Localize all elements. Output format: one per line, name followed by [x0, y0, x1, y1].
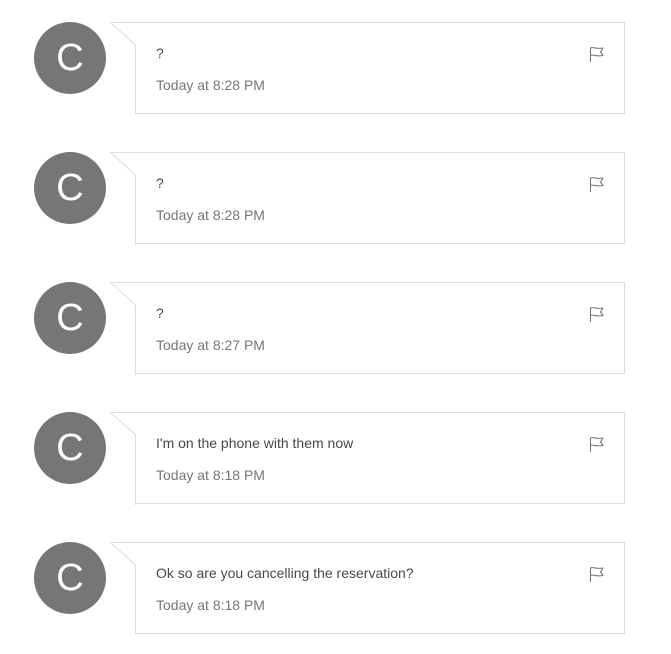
flag-icon[interactable] — [588, 435, 606, 453]
message-text: ? — [156, 175, 164, 191]
message-item: C ? Today at 8:28 PM — [0, 0, 671, 130]
message-item: C ? Today at 8:27 PM — [0, 260, 671, 390]
message-timestamp: Today at 8:27 PM — [156, 337, 265, 353]
message-bubble — [135, 412, 625, 504]
bubble-tail — [110, 542, 136, 565]
message-bubble — [135, 542, 625, 634]
message-text: Ok so are you cancelling the reservation… — [156, 565, 414, 581]
avatar[interactable]: C — [34, 542, 106, 614]
message-bubble — [135, 282, 625, 374]
message-timestamp: Today at 8:28 PM — [156, 207, 265, 223]
flag-icon[interactable] — [588, 45, 606, 63]
message-item: C Ok so are you cancelling the reservati… — [0, 520, 671, 650]
avatar[interactable]: C — [34, 282, 106, 354]
bubble-border — [135, 564, 136, 635]
avatar[interactable]: C — [34, 412, 106, 484]
message-text: I'm on the phone with them now — [156, 435, 354, 451]
message-item: C ? Today at 8:28 PM — [0, 130, 671, 260]
bubble-tail — [110, 22, 136, 45]
message-timestamp: Today at 8:28 PM — [156, 77, 265, 93]
avatar[interactable]: C — [34, 152, 106, 224]
bubble-border — [135, 44, 136, 115]
message-text: ? — [156, 305, 164, 321]
message-thread: C ? Today at 8:28 PM C ? Today at 8:28 P… — [0, 0, 671, 650]
bubble-border — [135, 174, 136, 245]
bubble-tail — [110, 152, 136, 175]
message-bubble — [135, 22, 625, 114]
message-timestamp: Today at 8:18 PM — [156, 597, 265, 613]
message-item: C I'm on the phone with them now Today a… — [0, 390, 671, 520]
bubble-border — [135, 434, 136, 505]
bubble-border — [135, 304, 136, 375]
message-timestamp: Today at 8:18 PM — [156, 467, 265, 483]
avatar[interactable]: C — [34, 22, 106, 94]
message-text: ? — [156, 45, 164, 61]
bubble-tail — [110, 412, 136, 435]
bubble-tail — [110, 282, 136, 305]
flag-icon[interactable] — [588, 175, 606, 193]
message-bubble — [135, 152, 625, 244]
flag-icon[interactable] — [588, 565, 606, 583]
flag-icon[interactable] — [588, 305, 606, 323]
